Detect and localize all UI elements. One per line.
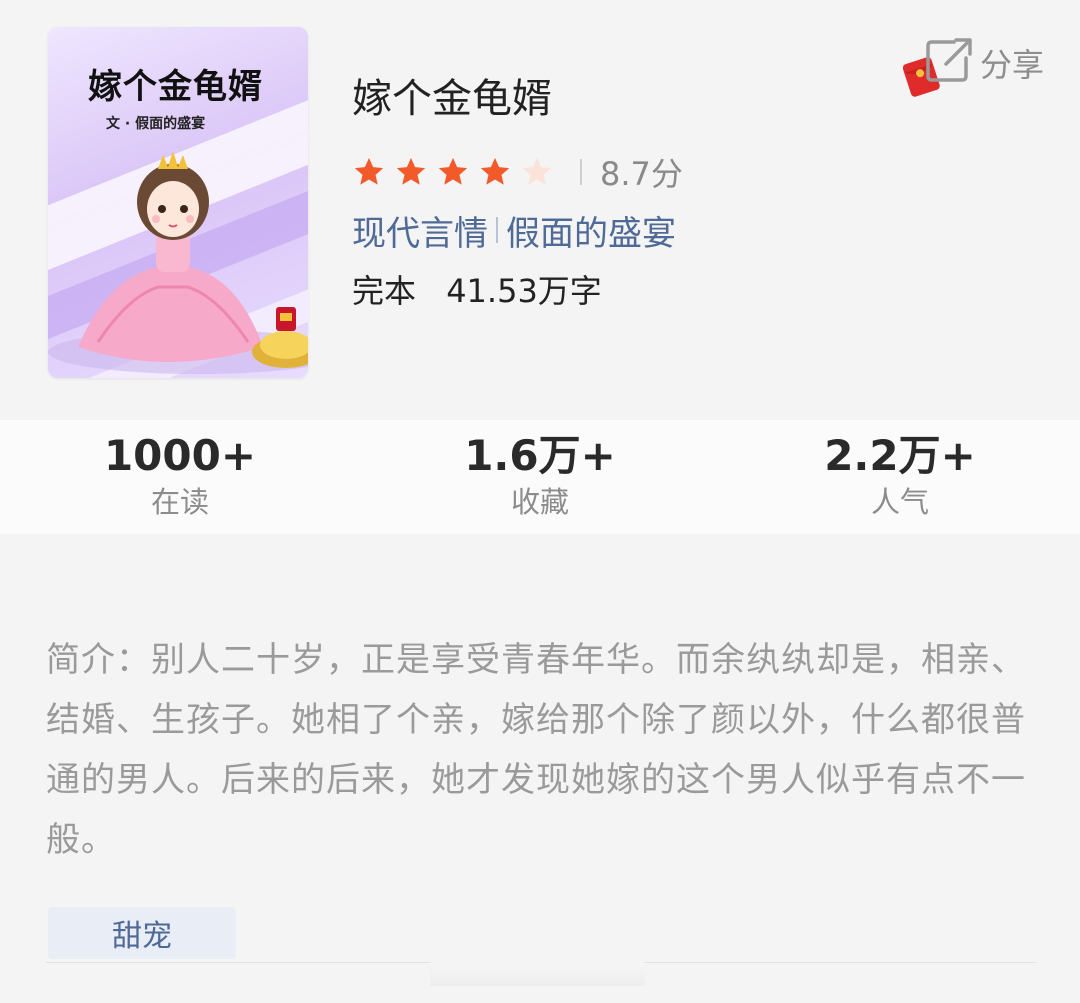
rating-divider	[580, 159, 582, 185]
tag-chip[interactable]: 甜宠	[48, 907, 236, 959]
share-label: 分享	[980, 46, 1045, 84]
stat-label: 收藏	[510, 485, 569, 519]
category-author-row: 现代言情 假面的盛宴	[352, 206, 676, 254]
stats-bar: 1000+ 在读 1.6万+ 收藏 2.2万+ 人气	[0, 420, 1080, 534]
rating-stars	[352, 155, 562, 189]
star-empty-icon	[522, 157, 552, 185]
stat-label: 人气	[870, 485, 929, 519]
stat-label: 在读	[150, 485, 209, 519]
status-row: 完本 41.53万字	[352, 266, 602, 312]
category-author-divider	[496, 217, 498, 243]
stat-value: 1.6万+	[464, 431, 616, 480]
stat-favorites: 1.6万+ 收藏	[360, 430, 720, 522]
word-count: 41.53万字	[446, 272, 602, 310]
share-arrow-icon	[926, 38, 972, 82]
completion-status: 完本	[352, 272, 417, 310]
star-filled-icon	[438, 157, 468, 185]
stat-value: 2.2万+	[824, 431, 976, 480]
share-button[interactable]: 分享	[900, 34, 1050, 97]
cover-author: 文 · 假面的盛宴	[106, 116, 206, 132]
cover-illustration	[48, 151, 308, 374]
book-cover[interactable]: 嫁个金龟婿 文 · 假面的盛宴	[48, 27, 308, 378]
stat-popularity: 2.2万+ 人气	[720, 430, 1080, 522]
cover-title: 嫁个金龟婿	[88, 67, 263, 107]
stat-reading: 1000+ 在读	[0, 430, 360, 522]
book-title: 嫁个金龟婿	[352, 76, 552, 122]
book-synopsis[interactable]: 简介：别人二十岁，正是享受青春年华。而余纨纨却是，相亲、结婚、生孩子。她相了个亲…	[46, 630, 1046, 870]
watermark-bar	[430, 962, 645, 986]
category-link[interactable]: 现代言情	[352, 206, 488, 255]
rating-score: 8.7分	[600, 155, 683, 193]
star-filled-icon	[354, 157, 384, 185]
book-header: 嫁个金龟婿 文 · 假面的盛宴 嫁个金龟婿 8.7分 现代言情 假面的盛宴 完本…	[0, 0, 1080, 420]
star-filled-icon	[480, 157, 510, 185]
star-filled-icon	[396, 157, 426, 185]
stat-value: 1000+	[103, 431, 257, 480]
author-link[interactable]: 假面的盛宴	[506, 206, 676, 255]
rating-row: 8.7分	[352, 152, 683, 193]
